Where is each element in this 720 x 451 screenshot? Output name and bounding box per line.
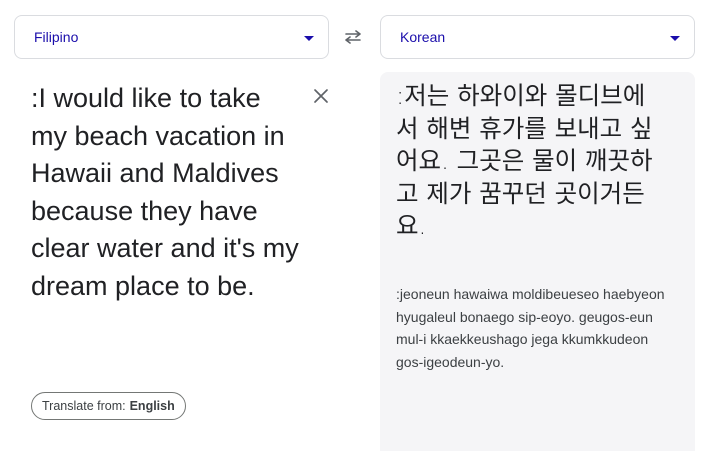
target-text-pane: :저는 하와이와 몰디브에서 해변 휴가를 보내고 싶어요. 그곳은 물이 깨끗…: [380, 72, 695, 451]
source-language-select[interactable]: Filipino: [14, 15, 329, 59]
translate-from-prefix: Translate from:: [42, 399, 126, 413]
romanization-text: :jeoneun hawaiwa moldibeueseo haebyeon h…: [396, 286, 665, 370]
target-language-select[interactable]: Korean: [380, 15, 695, 59]
translated-text: :저는 하와이와 몰디브에서 해변 휴가를 보내고 싶어요. 그곳은 물이 깨끗…: [396, 81, 653, 240]
swap-arrows-icon: [345, 30, 361, 44]
close-icon: [314, 89, 328, 103]
chevron-down-icon: [670, 36, 680, 41]
target-language-label: Korean: [400, 29, 446, 45]
translate-from-chip[interactable]: Translate from: English: [31, 392, 186, 420]
source-language-label: Filipino: [34, 29, 79, 45]
source-text-pane[interactable]: :I would like to take my beach vacation …: [14, 72, 364, 447]
source-text-input[interactable]: :I would like to take my beach vacation …: [31, 80, 299, 306]
clear-text-button[interactable]: [309, 84, 333, 108]
swap-languages-button[interactable]: [341, 26, 365, 48]
chevron-down-icon: [304, 36, 314, 41]
translate-from-language: English: [129, 399, 175, 413]
